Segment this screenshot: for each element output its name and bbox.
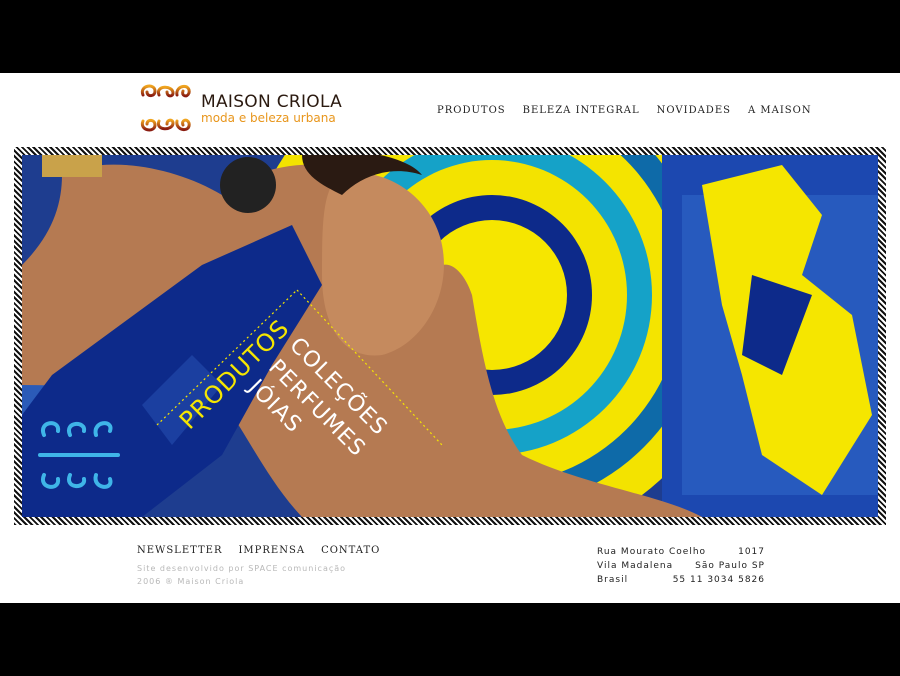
footer-link-newsletter[interactable]: NEWSLETTER: [137, 545, 222, 556]
hero-banner: PRODUTOS COLEÇÕES PERFUMES JÓIAS: [14, 147, 886, 525]
credit-developer[interactable]: Site desenvolvido por SPACE comunicação: [137, 562, 346, 575]
hero-image: [22, 155, 878, 517]
adinkra-logo-icon: [139, 84, 193, 132]
main-nav: PRODUTOS BELEZA INTEGRAL NOVIDADES A MAI…: [437, 105, 812, 116]
address-row: Brasil 55 11 3034 5826: [597, 573, 765, 587]
address-block: Rua Mourato Coelho 1017 Vila Madalena Sã…: [597, 545, 765, 587]
address-phone: 55 11 3034 5826: [672, 575, 765, 585]
footer-nav: NEWSLETTER IMPRENSA CONTATO: [137, 545, 380, 556]
address-district: Vila Madalena: [597, 561, 674, 571]
page: MAISON CRIOLA moda e beleza urbana PRODU…: [0, 73, 900, 603]
brand-tagline: moda e beleza urbana: [201, 110, 336, 125]
credits: Site desenvolvido por SPACE comunicação …: [137, 562, 346, 588]
address-country: Brasil: [597, 575, 629, 585]
address-city: São Paulo SP: [695, 561, 765, 571]
nav-novidades[interactable]: NOVIDADES: [657, 105, 731, 116]
logo[interactable]: MAISON CRIOLA moda e beleza urbana: [137, 81, 342, 135]
nav-beleza-integral[interactable]: BELEZA INTEGRAL: [523, 105, 640, 116]
address-row: Rua Mourato Coelho 1017: [597, 545, 765, 559]
nav-produtos[interactable]: PRODUTOS: [437, 105, 506, 116]
address-street: Rua Mourato Coelho: [597, 547, 707, 557]
footer-link-imprensa[interactable]: IMPRENSA: [238, 545, 305, 556]
credit-copyright: 2006 ® Maison Criola: [137, 577, 245, 586]
address-number: 1017: [738, 547, 765, 557]
nav-a-maison[interactable]: A MAISON: [748, 105, 812, 116]
address-row: Vila Madalena São Paulo SP: [597, 559, 765, 573]
brand-name: MAISON CRIOLA: [201, 91, 343, 112]
footer-link-contato[interactable]: CONTATO: [321, 545, 380, 556]
